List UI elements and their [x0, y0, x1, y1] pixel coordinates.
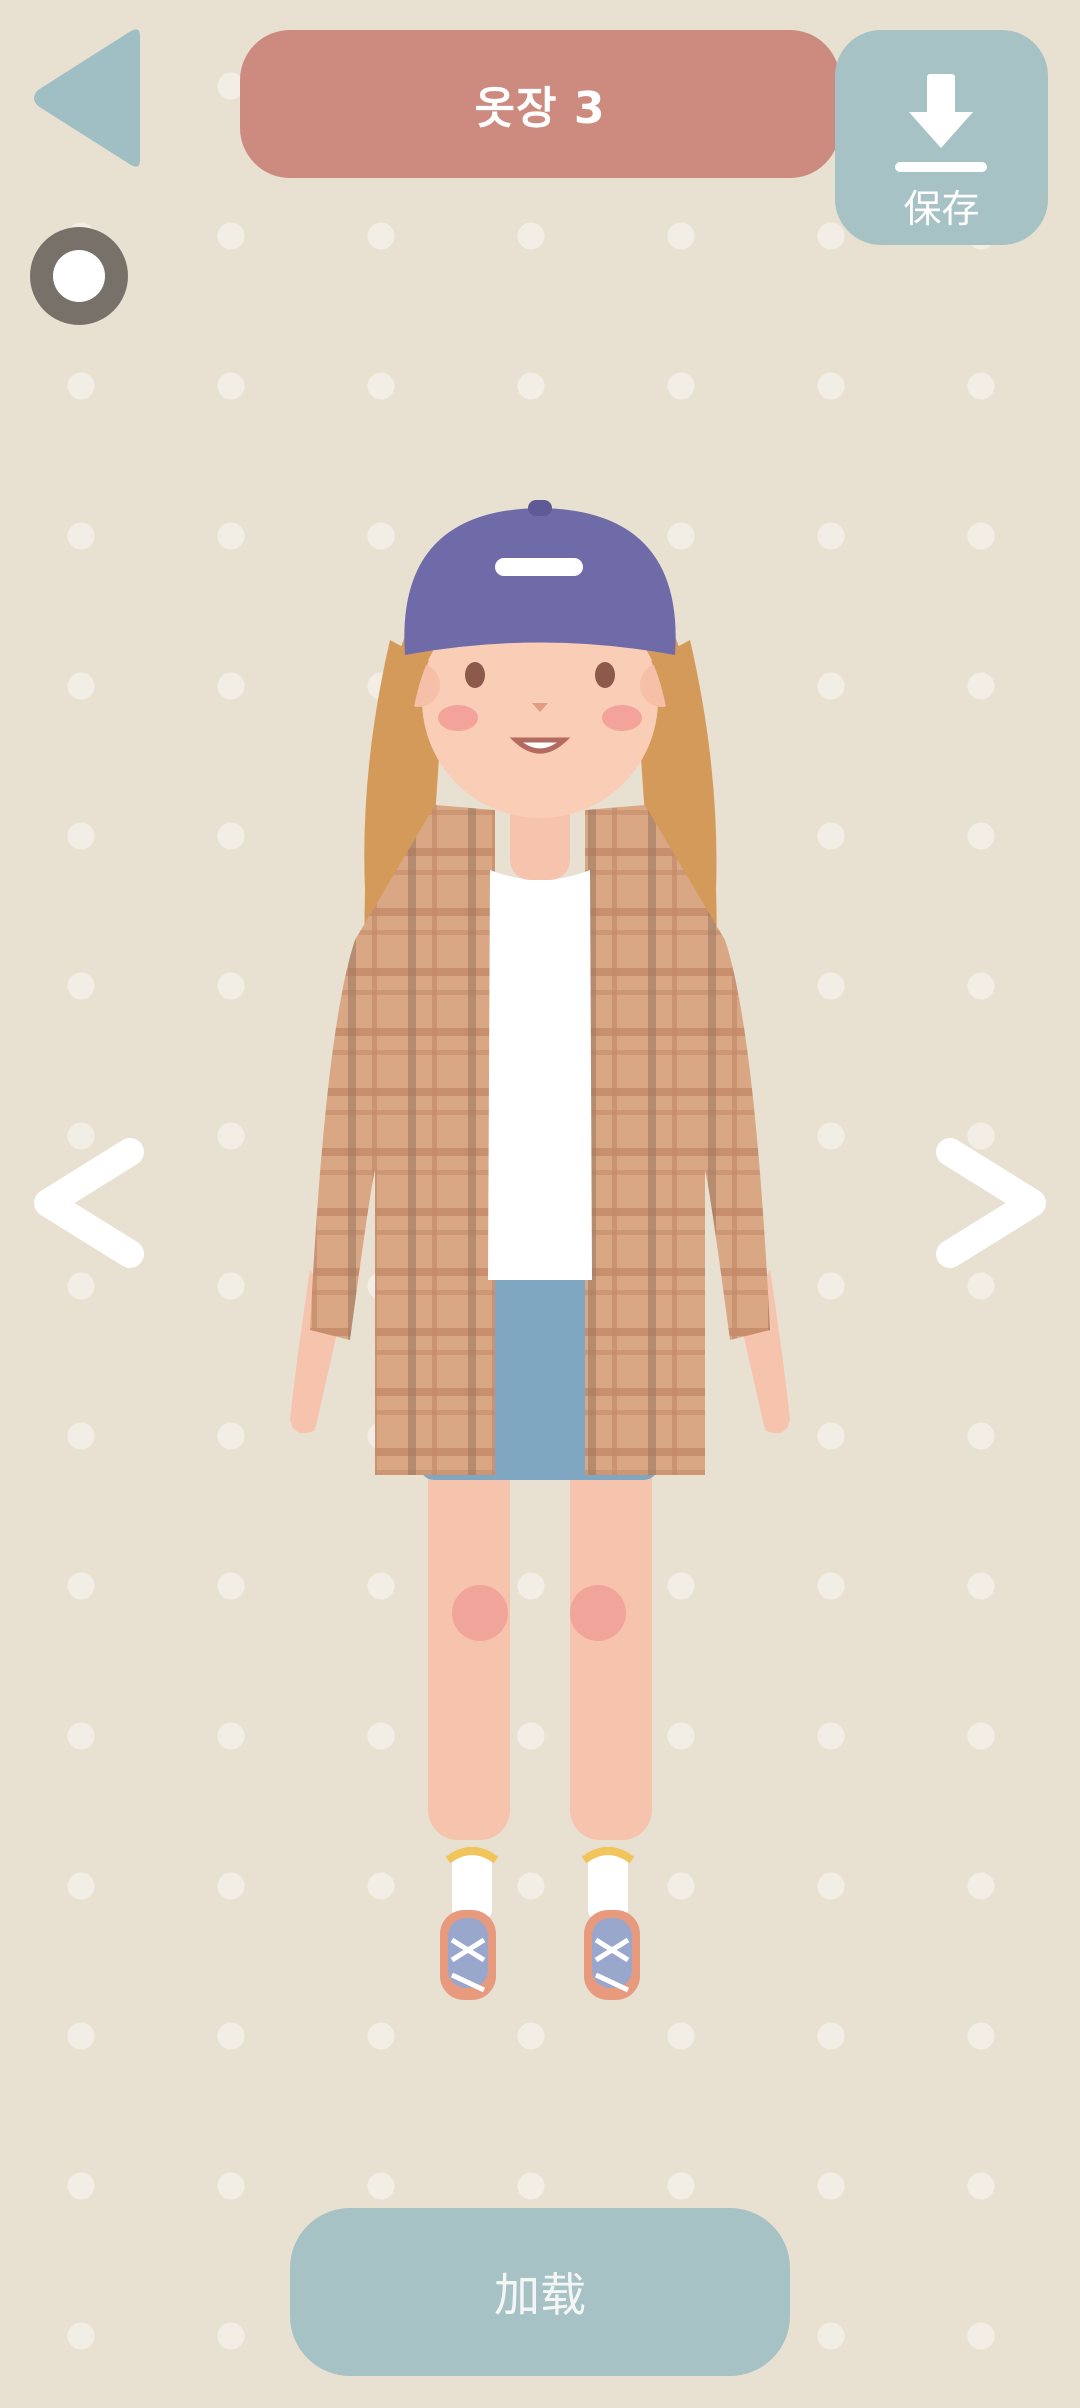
previous-outfit-button[interactable] [30, 1138, 150, 1268]
socks [445, 1847, 635, 1920]
back-button[interactable] [28, 28, 150, 168]
chevron-left-icon [34, 1138, 144, 1268]
baseball-cap [404, 500, 676, 655]
back-triangle-icon [34, 29, 140, 167]
load-button[interactable]: 加载 [290, 2208, 790, 2376]
toggle-button[interactable] [30, 227, 128, 325]
wardrobe-title: 옷장 3 [240, 30, 840, 178]
sneakers [440, 1910, 640, 2000]
save-button[interactable]: 保存 [835, 30, 1048, 245]
save-label: 保存 [903, 187, 980, 231]
white-tshirt [488, 870, 592, 1280]
ring-toggle-icon [53, 250, 105, 302]
page-title: 옷장 3 [474, 83, 606, 134]
avatar-character [290, 500, 790, 2000]
next-outfit-button[interactable] [930, 1138, 1050, 1268]
legs [428, 1450, 652, 1840]
chevron-right-icon [936, 1138, 1046, 1268]
download-icon [895, 74, 987, 172]
load-label: 加载 [494, 2268, 586, 2322]
